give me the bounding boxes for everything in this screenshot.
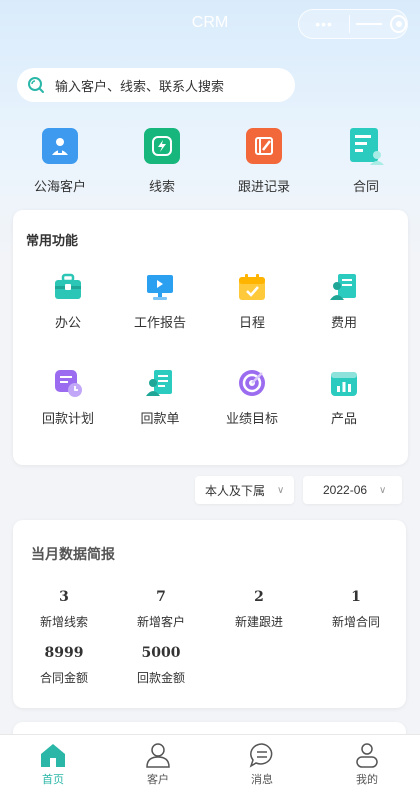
monthly-report-title: 当月数据简报	[31, 546, 115, 562]
function-schedule[interactable]: 日程	[202, 272, 302, 331]
stat-label: 新建跟进	[234, 615, 283, 629]
public-customer-icon	[42, 128, 78, 164]
tab-label: 客户	[147, 774, 169, 786]
scope-filter-value: 本人及下属	[205, 483, 266, 498]
lead-bolt-icon	[144, 128, 180, 164]
stat-payment-amount[interactable]: 5000 回款金额	[121, 645, 201, 686]
payment-plan-icon	[55, 370, 82, 397]
function-label: 工作报告	[133, 315, 186, 330]
quick-entry-label: 合同	[352, 179, 379, 194]
search-input[interactable]: 输入客户、线索、联系人搜索	[55, 76, 224, 95]
customer-icon	[146, 743, 170, 768]
stat-new-customers[interactable]: 7 新增客户	[121, 589, 201, 630]
follow-record-icon	[246, 128, 282, 164]
briefcase-icon	[55, 273, 81, 299]
home-icon	[41, 744, 65, 767]
function-office[interactable]: 办公	[18, 272, 118, 331]
stat-new-leads[interactable]: 3 新增线索	[24, 589, 104, 630]
function-products[interactable]: 产品	[294, 368, 394, 427]
payment-receipt-icon	[146, 370, 172, 396]
function-performance-goal[interactable]: 业绩目标	[202, 368, 302, 427]
tab-customers[interactable]: 客户	[118, 741, 198, 787]
quick-entry-public-customers[interactable]: 公海客户	[15, 128, 105, 195]
stat-value: 5000	[141, 645, 181, 661]
tab-label: 我的	[356, 774, 378, 786]
chevron-down-icon: ∨	[277, 484, 285, 496]
month-filter-value: 2022-06	[323, 483, 368, 497]
function-label: 办公	[54, 315, 81, 330]
stat-label: 回款金额	[136, 671, 185, 685]
target-icon	[239, 370, 265, 396]
tab-label: 消息	[251, 774, 273, 786]
title-bar: CRM •••	[0, 0, 420, 48]
chevron-down-icon: ∨	[379, 484, 387, 496]
profile-icon	[356, 743, 378, 768]
quick-entry-label: 公海客户	[33, 179, 86, 194]
search-icon	[28, 77, 44, 93]
message-icon	[249, 743, 273, 768]
function-payment-receipt[interactable]: 回款单	[110, 368, 210, 427]
search-bar[interactable]: 输入客户、线索、联系人搜索	[17, 68, 295, 102]
stat-value: 3	[59, 589, 69, 605]
more-menu-button[interactable]: •••	[299, 16, 349, 32]
function-label: 产品	[330, 411, 357, 426]
tab-messages[interactable]: 消息	[222, 741, 302, 787]
function-label: 日程	[238, 315, 265, 330]
minimize-icon[interactable]	[356, 23, 383, 25]
quick-entry-follow-records[interactable]: 跟进记录	[219, 128, 309, 195]
month-filter-dropdown[interactable]: 2022-06 ∨	[303, 476, 402, 504]
contract-icon	[348, 128, 384, 165]
calendar-check-icon	[239, 274, 265, 300]
stat-contract-amount[interactable]: 8999 合同金额	[24, 645, 104, 686]
expense-icon	[330, 274, 356, 300]
quick-entry-label: 线索	[148, 179, 175, 194]
function-label: 费用	[330, 315, 357, 330]
quick-entry-contracts[interactable]: 合同	[321, 128, 411, 195]
tab-label: 首页	[42, 774, 64, 786]
stat-value: 2	[254, 589, 264, 605]
stat-value: 1	[351, 589, 361, 605]
function-expenses[interactable]: 费用	[294, 272, 394, 331]
product-chart-icon	[331, 372, 357, 396]
function-work-report[interactable]: 工作报告	[110, 272, 210, 331]
mini-program-capsule: •••	[298, 9, 408, 39]
scope-filter-dropdown[interactable]: 本人及下属 ∨	[195, 476, 294, 504]
report-monitor-icon	[147, 275, 173, 300]
quick-entry-row: 公海客户 线索 跟进记录 合同	[0, 128, 420, 194]
common-functions-card: 常用功能 办公 工作报告 日程 费用 回款计划 回款单 业绩目标 产品	[13, 210, 408, 465]
quick-entry-leads[interactable]: 线索	[117, 128, 207, 195]
common-functions-title: 常用功能	[26, 233, 79, 248]
quick-entry-label: 跟进记录	[237, 179, 290, 194]
stat-label: 新增合同	[331, 615, 380, 629]
stat-label: 合同金额	[39, 671, 88, 685]
stat-value: 8999	[44, 645, 84, 661]
stat-value: 7	[156, 589, 166, 605]
stat-label: 新增线索	[39, 615, 88, 629]
function-payment-plan[interactable]: 回款计划	[18, 368, 118, 427]
bottom-tab-bar: 首页 客户 消息 我的	[0, 734, 420, 792]
function-label: 回款计划	[41, 411, 94, 426]
function-label: 业绩目标	[225, 411, 278, 426]
function-label: 回款单	[140, 411, 180, 426]
tab-profile[interactable]: 我的	[327, 741, 407, 787]
close-record-icon[interactable]	[390, 15, 407, 33]
capsule-divider	[349, 15, 351, 33]
stat-label: 新增客户	[136, 615, 185, 629]
tab-home[interactable]: 首页	[13, 741, 93, 787]
monthly-report-card: 当月数据简报 3 新增线索 7 新增客户 2 新建跟进 1 新增合同 8999 …	[13, 520, 406, 708]
stat-new-follow-ups[interactable]: 2 新建跟进	[219, 589, 299, 630]
stat-new-contracts[interactable]: 1 新增合同	[316, 589, 396, 630]
